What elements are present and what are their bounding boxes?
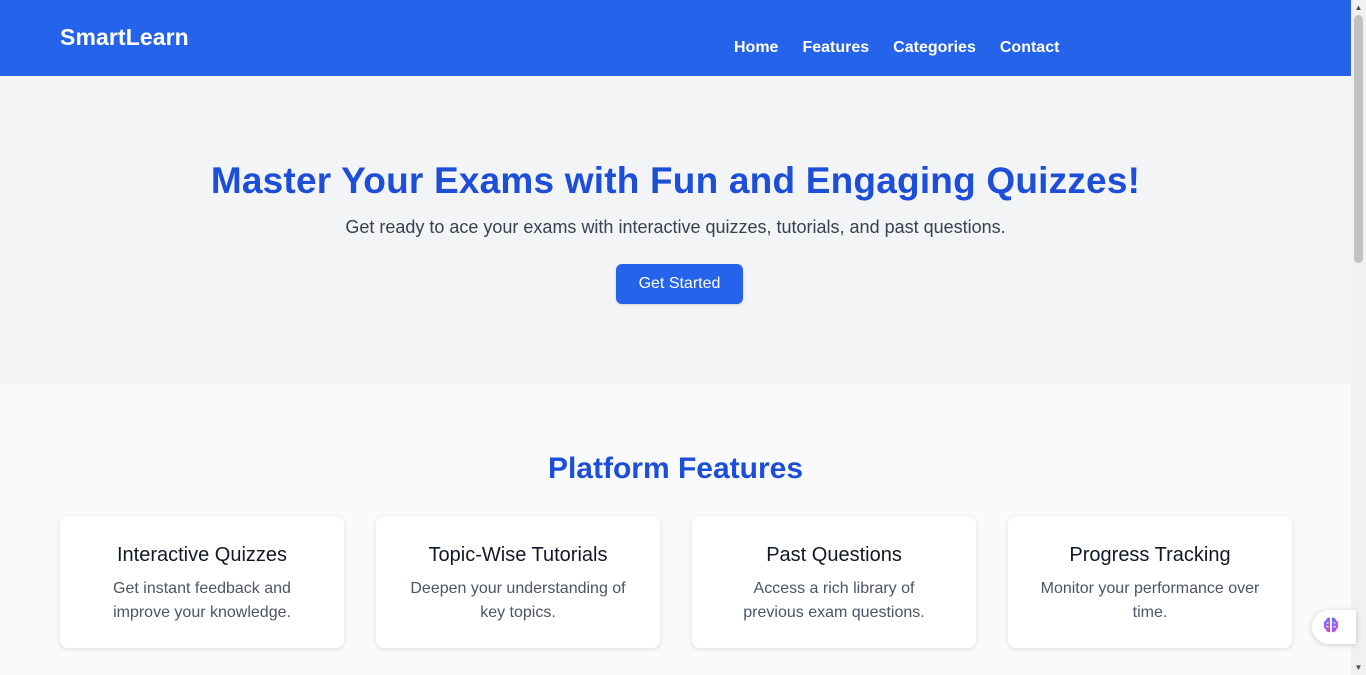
nav-link-contact[interactable]: Contact xyxy=(1000,39,1060,57)
page: SmartLearn Home Features Categories Cont… xyxy=(0,0,1366,675)
brand-logo[interactable]: SmartLearn xyxy=(60,24,189,51)
scroll-down-arrow-icon[interactable]: ▼ xyxy=(1351,660,1366,675)
brain-icon xyxy=(1321,615,1341,640)
feature-card-title: Past Questions xyxy=(766,544,902,566)
navbar: SmartLearn Home Features Categories Cont… xyxy=(0,0,1351,76)
scroll-thumb[interactable] xyxy=(1354,15,1363,263)
nav-menu: Home Features Categories Contact xyxy=(734,39,1083,57)
nav-link-features[interactable]: Features xyxy=(802,39,869,57)
scroll-up-arrow-icon[interactable]: ▲ xyxy=(1351,0,1366,15)
nav-link-home[interactable]: Home xyxy=(734,39,778,57)
feature-card-text: Access a rich library of previous exam q… xyxy=(743,580,925,621)
feature-card-text: Get instant feedback and improve your kn… xyxy=(113,580,291,621)
feature-card-title: Interactive Quizzes xyxy=(116,544,288,566)
feature-card-text: Deepen your understanding of key topics. xyxy=(410,580,626,621)
feature-cards: Interactive Quizzes Get instant feedback… xyxy=(60,516,1292,648)
nav-link-categories[interactable]: Categories xyxy=(893,39,976,57)
feature-card-text: Monitor your performance over time. xyxy=(1040,580,1260,621)
hero-section: Master Your Exams with Fun and Engaging … xyxy=(0,76,1351,384)
get-started-button[interactable]: Get Started xyxy=(616,264,743,304)
features-title: Platform Features xyxy=(547,452,804,485)
feature-card-interactive-quizzes: Interactive Quizzes Get instant feedback… xyxy=(60,516,344,648)
hero-subtitle: Get ready to ace your exams with interac… xyxy=(345,217,1006,237)
page-content: SmartLearn Home Features Categories Cont… xyxy=(0,0,1351,675)
feature-card-past-questions: Past Questions Access a rich library of … xyxy=(692,516,976,648)
floating-assistant-button[interactable] xyxy=(1312,610,1356,644)
features-section: Platform Features Interactive Quizzes Ge… xyxy=(0,384,1351,675)
feature-card-title: Topic-Wise Tutorials xyxy=(428,544,608,566)
vertical-scrollbar[interactable]: ▲ ▼ xyxy=(1351,0,1366,675)
feature-card-topic-wise-tutorials: Topic-Wise Tutorials Deepen your underst… xyxy=(376,516,660,648)
feature-card-title: Progress Tracking xyxy=(1069,544,1231,566)
hero-title: Master Your Exams with Fun and Engaging … xyxy=(210,160,1141,201)
feature-card-progress-tracking: Progress Tracking Monitor your performan… xyxy=(1008,516,1292,648)
